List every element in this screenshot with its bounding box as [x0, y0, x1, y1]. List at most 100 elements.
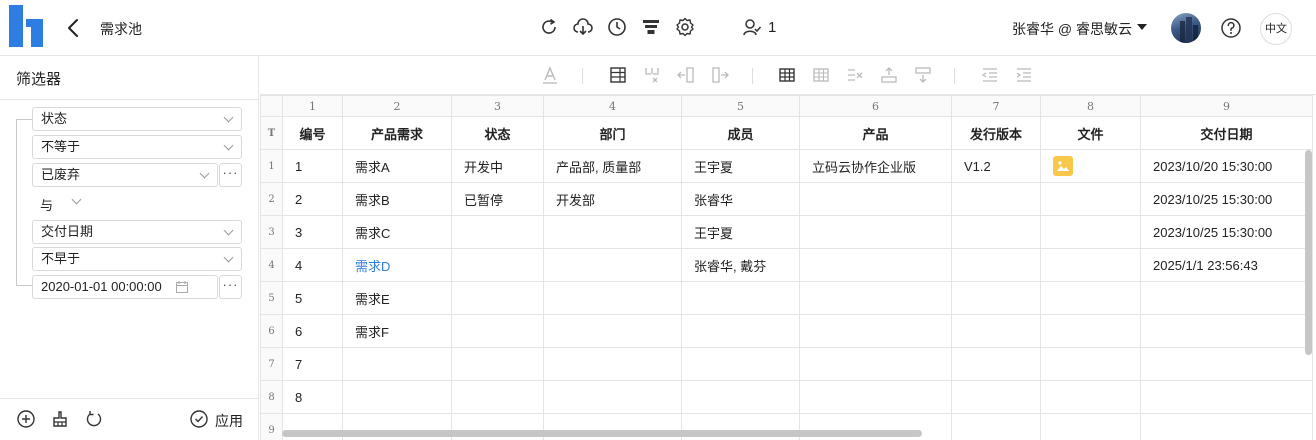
table-cell[interactable]: 立码云协作企业版 [799, 149, 952, 183]
column-number[interactable]: 8 [1040, 95, 1141, 117]
reset-icon[interactable] [84, 409, 104, 429]
vertical-scrollbar[interactable] [1305, 150, 1312, 355]
column-header[interactable]: 编号 [282, 116, 343, 150]
table-cell[interactable] [1140, 281, 1313, 315]
column-number[interactable]: 3 [451, 95, 544, 117]
settings-gear-icon[interactable] [674, 16, 696, 38]
table-cell[interactable]: 开发部 [543, 182, 682, 216]
table-cell[interactable] [1040, 149, 1141, 183]
table-merge-icon[interactable] [811, 65, 831, 85]
table-cell[interactable]: 张睿华 [681, 182, 800, 216]
user-menu-caret-icon[interactable] [1137, 24, 1147, 30]
row-number[interactable]: 9 [260, 413, 283, 440]
row-number[interactable]: 6 [260, 314, 283, 348]
table-cell[interactable] [543, 248, 682, 282]
table-cell[interactable] [1140, 380, 1313, 414]
table-cell[interactable]: 需求E [342, 281, 452, 315]
column-header[interactable]: 发行版本 [951, 116, 1041, 150]
column-number[interactable]: 9 [1140, 95, 1313, 117]
table-cell[interactable]: 1 [282, 149, 343, 183]
table-cell[interactable] [1040, 281, 1141, 315]
apply-button[interactable]: 应用 [189, 409, 243, 429]
table-cell[interactable] [799, 182, 952, 216]
table-cell[interactable] [1140, 314, 1313, 348]
row-number[interactable]: 5 [260, 281, 283, 315]
table-cell[interactable]: 8 [282, 380, 343, 414]
row-delete-icon[interactable] [845, 65, 865, 85]
table-cell[interactable]: 王宇夏 [681, 215, 800, 249]
refresh-icon[interactable] [538, 16, 560, 38]
language-switch-button[interactable]: 中文 [1260, 13, 1292, 45]
table-cell[interactable] [951, 248, 1041, 282]
table-cell[interactable]: 6 [282, 314, 343, 348]
condition-2-operator-select[interactable]: 不早于 [32, 247, 242, 271]
clear-brush-icon[interactable] [50, 409, 70, 429]
table-cell[interactable] [799, 215, 952, 249]
table-cell[interactable] [1040, 215, 1141, 249]
table-cell[interactable] [543, 281, 682, 315]
table-cell[interactable] [1040, 248, 1141, 282]
table-cell[interactable] [543, 215, 682, 249]
table-cell[interactable] [799, 314, 952, 348]
text-format-icon[interactable] [540, 65, 560, 85]
table-cell[interactable] [799, 248, 952, 282]
user-avatar[interactable] [1171, 13, 1201, 43]
table-cell[interactable] [451, 380, 544, 414]
insert-row-below-icon[interactable] [913, 65, 933, 85]
column-header[interactable]: 文件 [1040, 116, 1141, 150]
condition-2-field-select[interactable]: 交付日期 [32, 220, 242, 244]
table-cell[interactable]: 3 [282, 215, 343, 249]
table-cell[interactable]: 已暂停 [451, 182, 544, 216]
condition-1-operator-select[interactable]: 不等于 [32, 135, 242, 159]
user-workspace-name[interactable]: 张睿华 @ 睿思敏云 [1012, 19, 1132, 39]
row-number[interactable]: 4 [260, 248, 283, 282]
column-header[interactable]: 状态 [451, 116, 544, 150]
help-icon[interactable] [1220, 17, 1242, 39]
table-cell[interactable]: 2023/10/20 15:30:00 [1140, 149, 1313, 183]
table-cell[interactable]: 2023/10/25 15:30:00 [1140, 215, 1313, 249]
table-cell[interactable] [1040, 380, 1141, 414]
outdent-icon[interactable] [980, 65, 1000, 85]
table-cell[interactable]: V1.2 [951, 149, 1041, 183]
table-cell[interactable] [451, 215, 544, 249]
column-number[interactable]: 4 [543, 95, 682, 117]
table-cell[interactable] [951, 215, 1041, 249]
conjunction-chevron-icon[interactable] [71, 194, 82, 205]
table-cell[interactable]: 需求C [342, 215, 452, 249]
column-header[interactable]: 部门 [543, 116, 682, 150]
table-cell[interactable] [951, 281, 1041, 315]
row-number[interactable]: 2 [260, 182, 283, 216]
table-cell[interactable] [1040, 182, 1141, 216]
table-cell[interactable] [451, 347, 544, 381]
insert-column-right-icon[interactable] [710, 65, 730, 85]
back-arrow-icon[interactable] [62, 16, 86, 40]
members-icon[interactable] [741, 16, 763, 38]
table-cell[interactable] [1040, 347, 1141, 381]
table-cell[interactable] [451, 281, 544, 315]
table-cell[interactable] [543, 314, 682, 348]
column-header[interactable]: 成员 [681, 116, 800, 150]
horizontal-scrollbar[interactable] [282, 430, 922, 437]
table-cell[interactable] [951, 182, 1041, 216]
table-cell[interactable]: 需求F [342, 314, 452, 348]
insert-row-above-icon[interactable] [879, 65, 899, 85]
filter-funnel-icon[interactable] [640, 16, 662, 38]
column-delete-icon[interactable] [642, 65, 662, 85]
table-cell[interactable] [681, 314, 800, 348]
table-cell[interactable] [1040, 314, 1141, 348]
table-cell[interactable] [681, 380, 800, 414]
table-cell[interactable]: 需求B [342, 182, 452, 216]
table-cell[interactable]: 产品部, 质量部 [543, 149, 682, 183]
table-cell[interactable] [951, 347, 1041, 381]
row-number[interactable]: 3 [260, 215, 283, 249]
condition-1-value-select[interactable]: 已废弃 [32, 163, 218, 187]
image-file-icon[interactable] [1053, 156, 1073, 176]
column-number[interactable]: 1 [282, 95, 343, 117]
indent-icon[interactable] [1014, 65, 1034, 85]
row-number[interactable]: 7 [260, 347, 283, 381]
table-cell[interactable] [951, 314, 1041, 348]
column-number[interactable]: 6 [799, 95, 952, 117]
table-cell[interactable]: 王宇夏 [681, 149, 800, 183]
table-cell[interactable]: 2023/10/25 15:30:00 [1140, 182, 1313, 216]
table-cell[interactable] [799, 380, 952, 414]
